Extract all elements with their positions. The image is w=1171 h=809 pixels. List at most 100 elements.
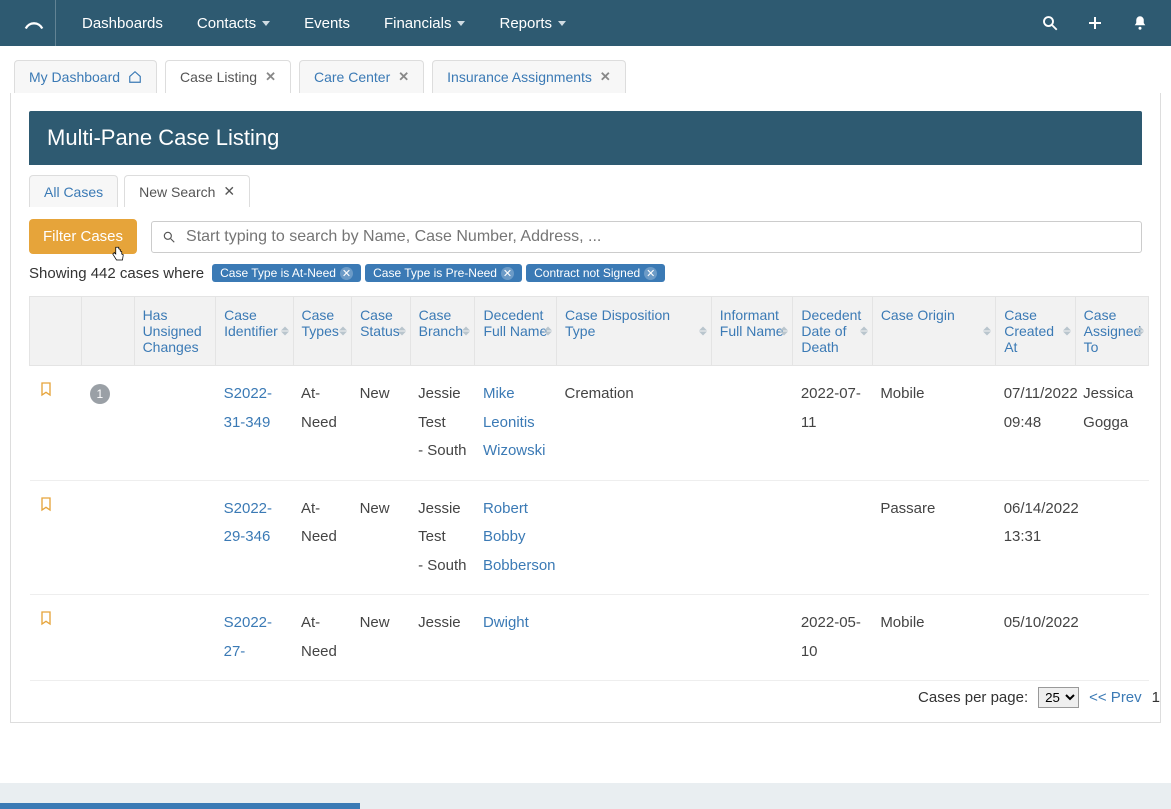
cell: New bbox=[352, 595, 411, 681]
sort-icon bbox=[1063, 327, 1071, 336]
case-table: Has Unsigned ChangesCase IdentifierCase … bbox=[29, 296, 1149, 681]
close-icon[interactable]: ✕ bbox=[340, 267, 353, 280]
tab-care-center[interactable]: Care Center ✕ bbox=[299, 60, 424, 93]
sort-icon bbox=[339, 327, 347, 336]
nav-dashboards[interactable]: Dashboards bbox=[68, 0, 177, 46]
bookmark-icon[interactable] bbox=[38, 495, 74, 513]
cell bbox=[711, 366, 793, 481]
cell bbox=[793, 480, 872, 595]
cell: S2022-27- bbox=[216, 595, 293, 681]
search-field-wrap bbox=[151, 221, 1142, 253]
decedent-link[interactable]: MikeLeonitisWizowski bbox=[483, 385, 546, 459]
col-header[interactable]: Decedent Full Name bbox=[475, 297, 557, 366]
cell: Dwight bbox=[475, 595, 557, 681]
chevron-down-icon bbox=[558, 21, 566, 26]
col-label: Case Created At bbox=[1004, 307, 1054, 355]
decedent-link[interactable]: Dwight bbox=[483, 614, 529, 631]
col-header[interactable]: Case Assigned To bbox=[1075, 297, 1148, 366]
sort-icon bbox=[983, 327, 991, 336]
plus-icon[interactable] bbox=[1087, 15, 1103, 31]
bookmark-icon[interactable] bbox=[38, 380, 74, 398]
top-navbar: Dashboards Contacts EventsFinancialsReport… bbox=[0, 0, 1171, 46]
nav-contacts[interactable]: Contacts bbox=[183, 0, 284, 46]
col-header[interactable]: Case Branch bbox=[410, 297, 475, 366]
filter-pill[interactable]: Case Type is At-Need ✕ bbox=[212, 264, 361, 282]
col-header[interactable]: Case Types bbox=[293, 297, 352, 366]
col-label: Case Assigned To bbox=[1084, 307, 1142, 355]
page-number: 1 bbox=[1152, 689, 1160, 706]
case-id-link[interactable]: S2022-27- bbox=[224, 614, 272, 660]
nav-reports[interactable]: Reports bbox=[485, 0, 580, 46]
nav-events[interactable]: Events bbox=[290, 0, 364, 46]
cell bbox=[711, 595, 793, 681]
filter-summary-row: Showing 442 cases where Case Type is At-… bbox=[11, 254, 1160, 288]
close-icon[interactable]: ✕ bbox=[501, 267, 514, 280]
tab-my-dashboard[interactable]: My Dashboard bbox=[14, 60, 157, 93]
cell bbox=[134, 366, 216, 481]
per-page-select[interactable]: 25 bbox=[1038, 687, 1079, 708]
bell-icon[interactable] bbox=[1131, 14, 1149, 32]
col-label: Has Unsigned Changes bbox=[143, 307, 202, 355]
search-input[interactable] bbox=[186, 228, 1131, 246]
cell: New bbox=[352, 480, 411, 595]
col-header bbox=[82, 297, 134, 366]
app-logo[interactable] bbox=[12, 0, 56, 46]
cell: 05/10/2022 bbox=[996, 595, 1075, 681]
col-label: Case Status bbox=[360, 307, 400, 339]
tab-insurance-assignments[interactable]: Insurance Assignments ✕ bbox=[432, 60, 626, 93]
pill-label: Case Type is Pre-Need bbox=[373, 266, 497, 280]
page-tabs: My Dashboard Case Listing ✕Care Center ✕… bbox=[0, 46, 1171, 93]
col-header[interactable]: Case Disposition Type bbox=[557, 297, 712, 366]
prev-page-link[interactable]: << Prev bbox=[1089, 689, 1142, 706]
subtab-new-search[interactable]: New Search ✕ bbox=[124, 175, 250, 207]
close-icon[interactable]: ✕ bbox=[600, 69, 611, 85]
nav-label: Contacts bbox=[197, 15, 256, 32]
badge-count: 1 bbox=[90, 384, 110, 404]
filter-cases-button[interactable]: Filter Cases bbox=[29, 219, 137, 254]
decedent-link[interactable]: RobertBobbyBobberson bbox=[483, 500, 556, 574]
cell: 2022-07-11 bbox=[793, 366, 872, 481]
case-id-link[interactable]: S2022-29-346 bbox=[224, 500, 272, 546]
col-header[interactable]: Decedent Date of Death bbox=[793, 297, 872, 366]
close-icon[interactable]: ✕ bbox=[223, 183, 235, 200]
nav-label: Dashboards bbox=[82, 15, 163, 32]
sort-icon bbox=[544, 327, 552, 336]
tab-case-listing[interactable]: Case Listing ✕ bbox=[165, 60, 291, 93]
search-icon[interactable] bbox=[1041, 14, 1059, 32]
col-header[interactable]: Case Origin bbox=[872, 297, 995, 366]
cell: At-Need bbox=[293, 366, 352, 481]
showing-text: Showing 442 cases where bbox=[29, 265, 204, 282]
tab-label: Case Listing bbox=[180, 69, 257, 85]
tab-label: Care Center bbox=[314, 69, 390, 85]
filter-pill[interactable]: Case Type is Pre-Need ✕ bbox=[365, 264, 522, 282]
filter-cases-label: Filter Cases bbox=[43, 228, 123, 245]
cell bbox=[711, 480, 793, 595]
pill-label: Contract not Signed bbox=[534, 266, 640, 280]
cell: 06/14/202213:31 bbox=[996, 480, 1075, 595]
close-icon[interactable]: ✕ bbox=[398, 69, 409, 85]
col-header[interactable]: Case Identifier bbox=[216, 297, 293, 366]
cell: Jessica Gogga bbox=[1075, 366, 1148, 481]
cell: Jessie bbox=[410, 595, 475, 681]
subtab-all-cases[interactable]: All Cases bbox=[29, 175, 118, 207]
case-id-link[interactable]: S2022-31-349 bbox=[224, 385, 272, 431]
col-header: Has Unsigned Changes bbox=[134, 297, 216, 366]
col-header[interactable]: Informant Full Name bbox=[711, 297, 793, 366]
bookmark-icon[interactable] bbox=[38, 609, 74, 627]
cell bbox=[134, 480, 216, 595]
pager: Cases per page: 25 << Prev 1 bbox=[29, 681, 1160, 722]
search-icon-inline bbox=[162, 230, 176, 244]
nav-financials[interactable]: Financials bbox=[370, 0, 480, 46]
col-header[interactable]: Case Created At bbox=[996, 297, 1075, 366]
pill-label: Case Type is At-Need bbox=[220, 266, 336, 280]
close-icon[interactable]: ✕ bbox=[644, 267, 657, 280]
close-icon[interactable]: ✕ bbox=[265, 69, 276, 85]
col-header[interactable]: Case Status bbox=[352, 297, 411, 366]
cell: Mobile bbox=[872, 595, 995, 681]
filter-pill[interactable]: Contract not Signed ✕ bbox=[526, 264, 665, 282]
cell bbox=[1075, 595, 1148, 681]
table-row: 1S2022-31-349At-NeedNewJessie Test- Sout… bbox=[30, 366, 1149, 481]
chevron-down-icon bbox=[457, 21, 465, 26]
sort-icon bbox=[780, 327, 788, 336]
cell: Cremation bbox=[557, 366, 712, 481]
